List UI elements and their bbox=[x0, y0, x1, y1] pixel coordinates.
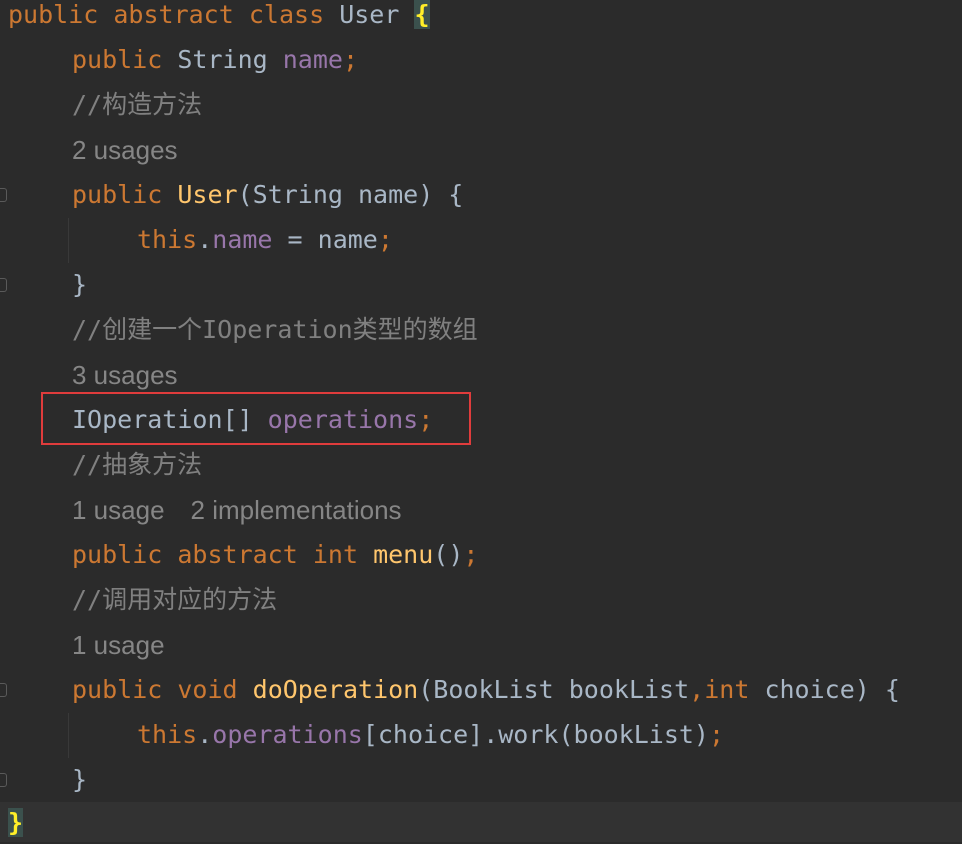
matched-brace: { bbox=[414, 0, 430, 29]
keyword: abstract bbox=[113, 0, 234, 29]
method-name: menu bbox=[373, 540, 434, 569]
keyword: public bbox=[72, 180, 163, 209]
semicolon: ; bbox=[463, 540, 479, 569]
field-name: operations bbox=[212, 720, 363, 749]
semicolon: ; bbox=[342, 45, 359, 74]
usages-hint[interactable]: 1 usage bbox=[72, 630, 165, 660]
inlay-hint-line[interactable]: 1 usage 2 implementations bbox=[0, 495, 402, 540]
code-line[interactable]: this.operations[choice].work(bookList); bbox=[0, 720, 724, 765]
keyword: int bbox=[704, 675, 750, 704]
dot: . bbox=[197, 720, 213, 749]
keyword: public bbox=[8, 0, 99, 29]
keyword: public bbox=[72, 540, 163, 569]
code-editor[interactable]: public abstract class User { public Stri… bbox=[0, 0, 962, 842]
comma: , bbox=[689, 675, 705, 704]
code-line[interactable]: //调用对应的方法 bbox=[0, 585, 277, 630]
field-name: name bbox=[282, 45, 343, 74]
keyword: void bbox=[177, 675, 238, 704]
keyword: abstract bbox=[177, 540, 298, 569]
comment: //创建一个IOperation类型的数组 bbox=[72, 315, 478, 344]
keyword: public bbox=[72, 45, 163, 74]
code-line[interactable]: this.name = name; bbox=[0, 225, 393, 270]
keyword: public bbox=[72, 675, 163, 704]
dot: . bbox=[197, 225, 213, 254]
highlight-annotation-box bbox=[41, 392, 471, 445]
code-line[interactable]: public abstract class User { bbox=[0, 0, 430, 45]
comment: //构造方法 bbox=[72, 90, 203, 119]
matched-brace: } bbox=[8, 808, 24, 837]
implementations-hint[interactable]: 2 implementations bbox=[191, 495, 402, 525]
comment: //调用对应的方法 bbox=[72, 585, 278, 614]
code-line[interactable]: } bbox=[0, 270, 87, 315]
code-line[interactable]: public abstract int menu(); bbox=[0, 540, 478, 585]
closing-brace: } bbox=[72, 270, 88, 299]
inlay-hint-line[interactable]: 2 usages bbox=[0, 135, 178, 180]
type-name: String bbox=[177, 45, 268, 74]
parameter: choice) { bbox=[749, 675, 900, 704]
method-name: doOperation bbox=[252, 675, 419, 704]
closing-brace: } bbox=[72, 765, 88, 794]
inlay-hint-line[interactable]: 1 usage bbox=[0, 630, 165, 675]
semicolon: ; bbox=[377, 225, 393, 254]
keyword: int bbox=[312, 540, 359, 569]
comment: //抽象方法 bbox=[72, 450, 203, 479]
constructor-name: User bbox=[177, 180, 238, 209]
semicolon: ; bbox=[708, 720, 725, 749]
code-line[interactable]: public User(String name) { bbox=[0, 180, 463, 225]
parameters: (String name) { bbox=[237, 180, 464, 209]
current-line[interactable]: } bbox=[0, 802, 962, 842]
code-line[interactable]: public String name; bbox=[0, 45, 358, 90]
code-line[interactable]: public void doOperation(BookList bookLis… bbox=[0, 675, 900, 720]
code-line[interactable]: //抽象方法 bbox=[0, 450, 202, 495]
usages-hint[interactable]: 3 usages bbox=[72, 360, 178, 390]
parameter: (BookList bookList bbox=[418, 675, 690, 704]
call-expression: [choice].work(bookList) bbox=[362, 720, 709, 749]
keyword: this bbox=[137, 225, 198, 254]
class-name: User bbox=[339, 0, 400, 29]
keyword: this bbox=[137, 720, 198, 749]
usages-hint[interactable]: 1 usage bbox=[72, 495, 165, 525]
assignment: = name bbox=[272, 225, 378, 254]
field-name: name bbox=[212, 225, 273, 254]
parens: () bbox=[433, 540, 464, 569]
code-line[interactable]: //创建一个IOperation类型的数组 bbox=[0, 315, 478, 360]
keyword: class bbox=[248, 0, 325, 29]
usages-hint[interactable]: 2 usages bbox=[72, 135, 178, 165]
code-line[interactable]: //构造方法 bbox=[0, 90, 202, 135]
